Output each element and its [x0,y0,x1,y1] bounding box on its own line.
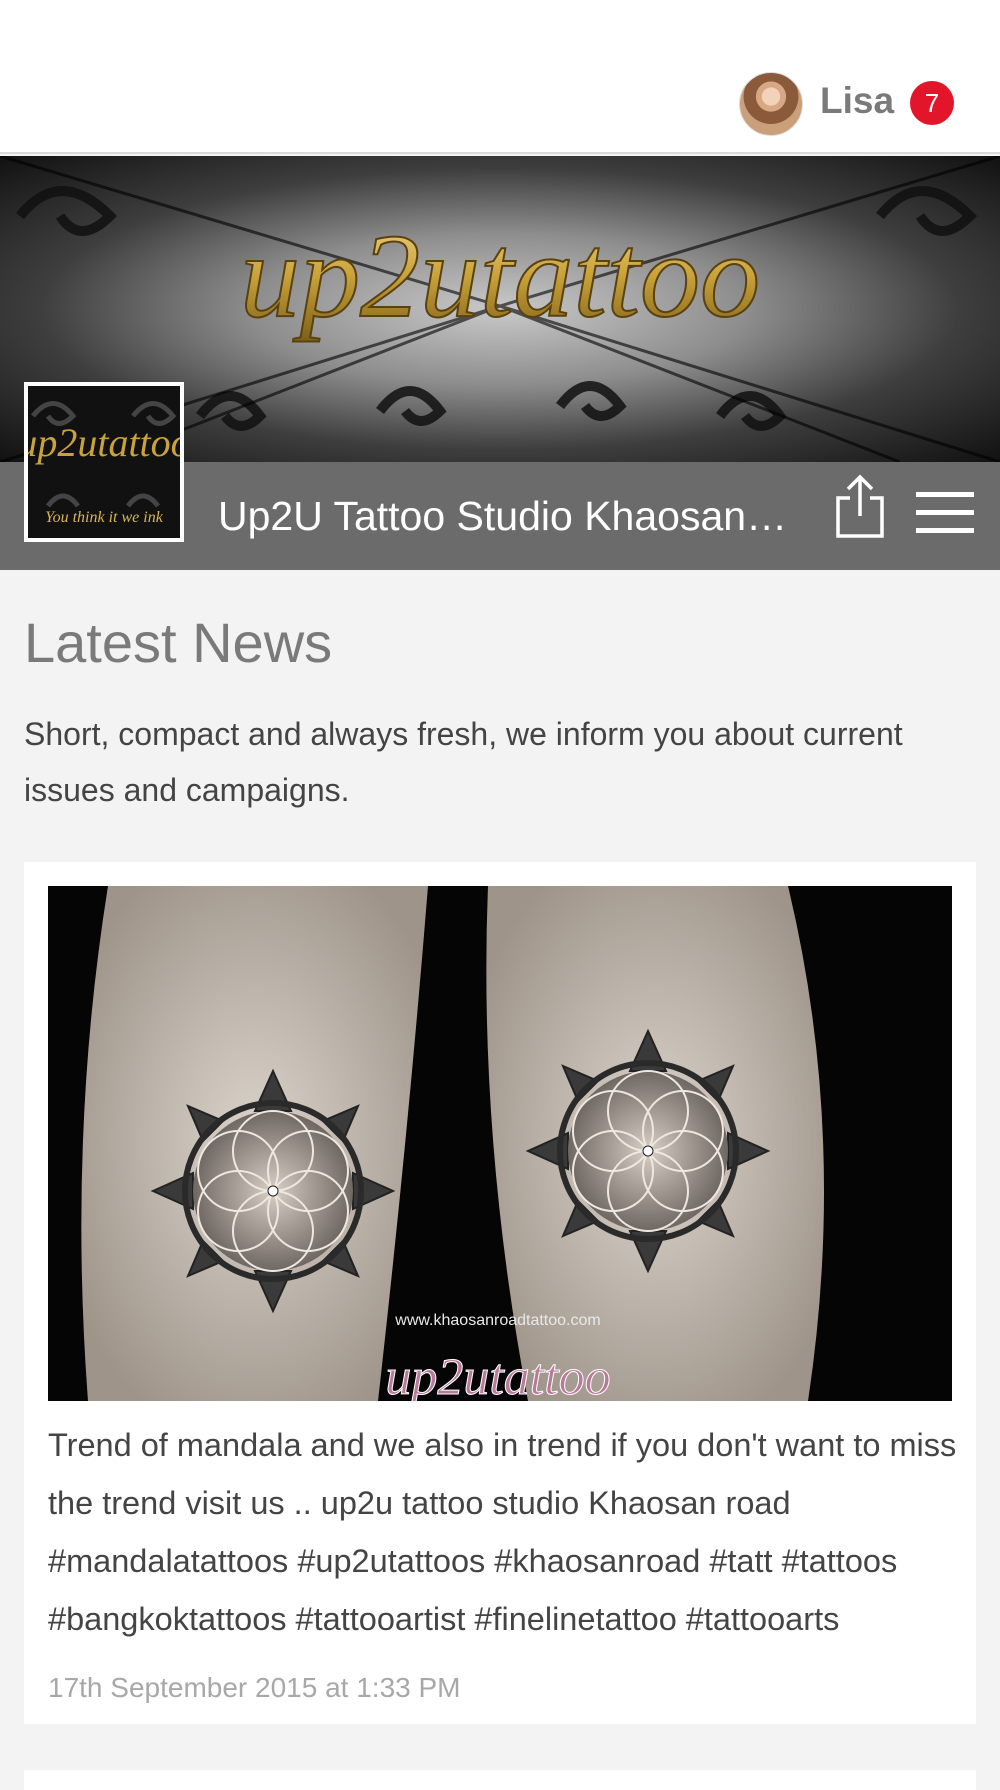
studio-logo-thumbnail[interactable]: up2utattoo You think it we ink [24,382,184,542]
user-name[interactable]: Lisa [820,80,894,122]
post-text: Trend of mandala and we also in trend if… [48,1427,957,1637]
menu-button[interactable] [914,490,976,536]
image-watermark-url: www.khaosanroadtattoo.com [394,1312,600,1329]
thumbnail-logo-text: up2utattoo [28,420,180,465]
news-intro: Short, compact and always fresh, we info… [24,716,903,808]
notification-badge[interactable]: 7 [910,81,954,125]
share-button[interactable] [830,474,890,540]
post-date: 17th September 2015 at 1:33 PM [48,1672,461,1703]
hamburger-menu-icon [916,492,974,533]
banner-logo-text: up2utattoo [240,209,760,342]
next-news-card[interactable] [24,1770,976,1790]
page-title: Latest News [24,611,333,674]
studio-title: Up2U Tattoo Studio Khaosan Road [218,493,788,539]
news-post-card[interactable]: www.khaosanroadtattoo.com up2utattoo Tre… [24,862,976,1724]
user-avatar[interactable] [739,72,803,136]
image-watermark-logo: up2utattoo [385,1349,610,1401]
top-user-bar: Lisa 7 [0,0,1000,154]
thumbnail-tagline: You think it we ink [45,509,164,526]
share-icon [836,474,884,538]
post-image[interactable]: www.khaosanroadtattoo.com up2utattoo [48,886,952,1401]
